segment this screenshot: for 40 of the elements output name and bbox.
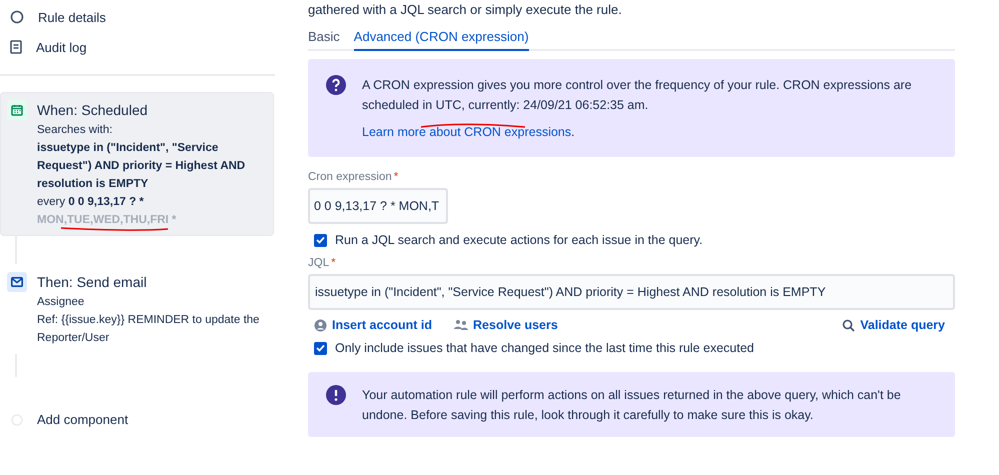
component-title: Add component <box>37 412 128 427</box>
document-icon <box>10 40 22 54</box>
envelope-icon <box>11 277 23 287</box>
rule-component-card[interactable]: When: Scheduled Searches with: issuetype in ("Incident", "Service Request") AND priority = Highest AND resolution is EMPTY every 0 0 9,13,17 ? * MON,TUE,WED,THU,FRI * <box>0 92 274 236</box>
component-detail: MON,TUE,WED,THU,FRI * <box>37 213 178 228</box>
component-detail: every 0 0 9,13,17 ? * <box>37 195 145 210</box>
nav-item[interactable]: Audit log <box>0 32 290 62</box>
nav-item[interactable]: Rule details <box>0 2 290 32</box>
clock-icon <box>10 10 24 24</box>
field-label: Cron expression <box>308 171 392 183</box>
field-label: JQL <box>308 257 330 269</box>
checkbox[interactable] <box>314 234 327 246</box>
checkbox-label: Run a JQL search and execute actions for each issue in the query. <box>335 233 703 247</box>
action-link[interactable]: Resolve users <box>454 318 558 332</box>
required-mark: * <box>331 257 336 269</box>
tab[interactable]: Advanced (CRON expression) <box>354 29 529 51</box>
checkbox[interactable] <box>314 342 327 354</box>
component-title: When: Scheduled <box>37 102 149 118</box>
users-icon <box>454 319 468 331</box>
jql-field[interactable]: issuetype in ("Incident", "Service Request") AND priority = Highest AND resolution is EMPTY <box>308 274 955 310</box>
learn-more-link[interactable]: Learn more about CRON expressions <box>362 125 572 139</box>
checkbox-label: Only include issues that have changed since the last time this rule executed <box>335 341 754 355</box>
cron-expression-field[interactable]: 0 0 9,13,17 ? * MON,T <box>308 188 448 224</box>
required-mark: * <box>394 171 398 183</box>
calendar-icon <box>11 104 23 116</box>
tab[interactable]: Basic <box>308 29 340 51</box>
warning-text: Your automation rule will perform actions on all issues returned in the above query, which can't be undone. Before saving this rule, look through it carefully to make sure this is okay. <box>362 387 902 424</box>
component-detail: Searches with: <box>37 123 114 138</box>
punctuation: . <box>571 125 575 139</box>
component-detail: Ref: {{issue.key}} REMINDER to update the Reporter/User <box>37 313 260 346</box>
question-icon <box>326 75 346 95</box>
info-text: A CRON expression gives you more control over the frequency of your rule. CRON expressions are scheduled in UTC, currently: 24/09/21 06:52:35 am. <box>362 77 913 114</box>
component-detail: Assignee <box>37 295 86 310</box>
action-link[interactable]: Validate query <box>842 318 945 332</box>
intro-text: gathered with a JQL search or simply execute the rule. <box>308 2 623 17</box>
search-icon <box>842 318 856 332</box>
action-link[interactable]: Insert account id <box>314 318 432 332</box>
exclamation-icon <box>326 385 346 405</box>
user-icon <box>314 318 327 332</box>
component-title: Then: Send email <box>37 274 148 290</box>
